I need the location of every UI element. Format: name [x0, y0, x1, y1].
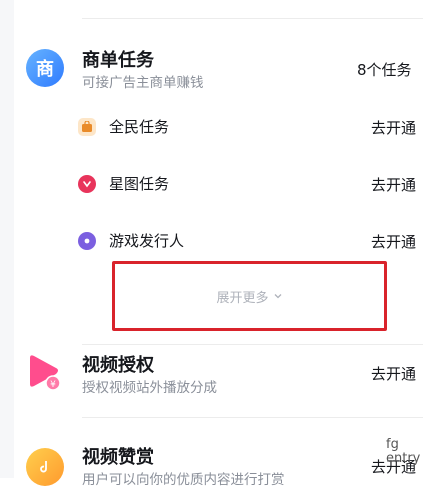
commerce-task-count: 8个任务 [357, 61, 412, 79]
commerce-icon: 商 [26, 49, 64, 87]
expand-more-highlight: 展开更多 [112, 261, 387, 331]
activate-button[interactable]: 去开通 [371, 363, 416, 384]
tip-icon [26, 448, 64, 486]
video-license-title: 视频授权 [82, 355, 154, 376]
svg-text:¥: ¥ [50, 380, 56, 390]
video-tip-title: 视频赞赏 [82, 447, 154, 468]
sub-task-label: 星图任务 [109, 175, 170, 193]
divider [82, 18, 423, 19]
expand-more-button[interactable]: 展开更多 [216, 287, 282, 306]
commerce-icon-text: 商 [36, 59, 54, 80]
video-tip-row[interactable]: 视频赞赏 用户可以向你的优质内容进行打赏 去开通 [14, 440, 423, 488]
left-margin [0, 0, 14, 478]
game-icon [78, 232, 96, 250]
chevron-down-icon [274, 294, 281, 299]
video-tip-subtitle: 用户可以向你的优质内容进行打赏 [82, 472, 285, 488]
sub-task-row[interactable]: 全民任务 去开通 [78, 112, 423, 142]
commerce-task-subtitle: 可接广告主商单赚钱 [82, 75, 204, 91]
sub-task-row[interactable]: 星图任务 去开通 [78, 169, 423, 199]
broken-image-alt: fg entry [386, 437, 421, 466]
commerce-task-row[interactable]: 商 商单任务 可接广告主商单赚钱 8个任务 [14, 40, 423, 96]
video-license-subtitle: 授权视频站外播放分成 [82, 380, 217, 396]
sub-task-label: 全民任务 [109, 118, 170, 136]
sub-task-label: 游戏发行人 [109, 232, 185, 250]
star-map-icon [78, 175, 96, 193]
divider [82, 344, 423, 345]
commerce-task-title: 商单任务 [82, 50, 154, 71]
broken-image: fg entry [386, 438, 423, 478]
activate-button[interactable]: 去开通 [371, 231, 416, 252]
license-icon: ¥ [26, 352, 66, 392]
expand-more-label: 展开更多 [216, 290, 269, 306]
sub-task-row[interactable]: 游戏发行人 去开通 [78, 226, 423, 256]
divider [82, 417, 423, 418]
activate-button[interactable]: 去开通 [371, 174, 416, 195]
bag-icon [78, 118, 96, 136]
activate-button[interactable]: 去开通 [371, 117, 416, 138]
video-license-row[interactable]: ¥ 视频授权 授权视频站外播放分成 去开通 [14, 346, 423, 416]
